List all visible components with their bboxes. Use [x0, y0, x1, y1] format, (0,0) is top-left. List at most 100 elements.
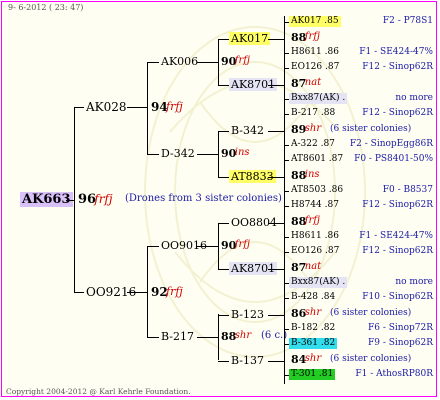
breeding-code: F9 - Sinop62R: [368, 338, 433, 348]
queen-name[interactable]: Bxx87(AK) .: [289, 277, 348, 288]
breeding-code: F0 - B8537: [382, 185, 433, 195]
connector-line: [147, 154, 159, 155]
queen-name[interactable]: A-322 .87: [291, 140, 335, 149]
connector-line: [74, 292, 84, 293]
queen-name[interactable]: AK017 .85: [289, 16, 341, 27]
breeding-code: F12 - Sinop62R: [362, 200, 433, 210]
queen-name[interactable]: AT8601 .87: [291, 155, 343, 164]
connector-line: [284, 114, 289, 115]
connector-line: [147, 246, 148, 337]
connector-line: [284, 237, 289, 238]
connector-line: [284, 145, 289, 146]
breeding-code: F2 - P78S1: [382, 16, 433, 26]
breeding-code: no more: [395, 93, 433, 103]
group-suffix: shr: [304, 353, 322, 364]
root-drone-note: (Drones from 3 sister colonies): [125, 193, 282, 204]
breeding-code: F10 - Sinop62R: [362, 292, 433, 302]
queen-suffix: frfj: [234, 55, 251, 66]
group-suffix: frfj: [304, 31, 321, 42]
connector-line: [268, 361, 284, 362]
connector-line: [268, 269, 284, 270]
connector-line: [218, 269, 229, 270]
connector-line: [218, 223, 229, 224]
queen-name[interactable]: Bxx87(AK) .: [289, 93, 348, 104]
breeding-code: F12 - Sinop62R: [362, 108, 433, 118]
connector-line: [218, 39, 229, 40]
connector-line: [218, 223, 219, 269]
connector-line: [284, 298, 289, 299]
group-suffix: shr: [304, 123, 322, 134]
connector-line: [218, 131, 229, 132]
connector-line: [268, 39, 284, 40]
connector-line: [218, 361, 229, 362]
breeding-code: F1 - SE424-47%: [359, 47, 433, 57]
queen-name[interactable]: B-428 .84: [291, 293, 335, 302]
colony-note: (6 sister colonies): [330, 124, 412, 134]
group-suffix: shr: [304, 307, 322, 318]
connector-line: [218, 315, 229, 316]
connector-line: [74, 107, 84, 108]
queen-name[interactable]: AT8503 .86: [291, 186, 343, 195]
breeding-code: F6 - Sinop72R: [368, 323, 433, 333]
queen-suffix: frfj: [234, 239, 251, 250]
connector-line: [147, 337, 159, 338]
connector-line: [284, 53, 289, 54]
queen-name[interactable]: B-182 .82: [291, 324, 335, 333]
queen-name[interactable]: B-361 .82: [289, 338, 338, 349]
connector-line: [218, 85, 229, 86]
connector-line: [147, 62, 159, 63]
header-date: 9- 6-2012 ( 23: 47): [8, 3, 84, 12]
breeding-code: F12 - Sinop62R: [362, 246, 433, 256]
root-suffix: frfj: [94, 192, 113, 206]
connector-line: [74, 107, 75, 292]
queen-suffix: frfj: [166, 285, 183, 298]
queen-name[interactable]: B-217: [161, 331, 194, 342]
queen-name[interactable]: T-301 .81: [289, 369, 336, 380]
connector-line: [218, 314, 219, 360]
breeding-code: F2 - SinopEgg86R: [349, 139, 433, 149]
connector-line: [284, 206, 289, 207]
group-suffix: frfj: [304, 215, 321, 226]
queen-name[interactable]: H8611 .86: [291, 48, 339, 57]
queen-name[interactable]: D-342: [161, 148, 195, 159]
connector-line: [284, 160, 289, 161]
breeding-code: F1 - AthosRP80R: [355, 369, 433, 379]
breeding-code: F12 - Sinop62R: [362, 62, 433, 72]
group-suffix: nat: [304, 261, 322, 272]
connector-line: [127, 292, 147, 293]
connector-line: [218, 39, 219, 85]
connector-line: [284, 68, 289, 69]
queen-name[interactable]: AK006: [161, 56, 198, 67]
colony-note: (6 sister colonies): [330, 308, 412, 318]
queen-name[interactable]: B-217 .88: [291, 109, 335, 118]
connector-line: [66, 200, 74, 201]
root-queen-name[interactable]: AK663: [20, 192, 73, 207]
connector-line: [147, 246, 159, 247]
queen-name[interactable]: B-342: [231, 125, 264, 136]
connector-line: [127, 107, 147, 108]
connector-line: [147, 62, 148, 154]
connector-line: [197, 337, 218, 338]
connector-line: [197, 62, 218, 63]
group-suffix: ins: [304, 169, 320, 180]
connector-line: [197, 154, 218, 155]
connector-line: [268, 131, 284, 132]
queen-name[interactable]: B-123: [231, 309, 264, 320]
connector-line: [284, 252, 289, 253]
queen-name[interactable]: EO126 .87: [291, 63, 339, 72]
connector-line: [197, 246, 218, 247]
breeding-code: F1 - SE424-47%: [359, 231, 433, 241]
connector-line: [284, 329, 289, 330]
connector-line: [268, 315, 284, 316]
queen-name[interactable]: H8611 .86: [291, 232, 339, 241]
queen-suffix: shr: [234, 330, 252, 341]
queen-name[interactable]: EO126 .87: [291, 247, 339, 256]
queen-name[interactable]: AK028: [86, 101, 127, 113]
group-suffix: nat: [304, 77, 322, 88]
queen-name[interactable]: H8744 .87: [291, 201, 339, 210]
queen-name[interactable]: AK017: [229, 32, 271, 45]
connector-line: [218, 177, 229, 178]
queen-name[interactable]: B-137: [231, 355, 264, 366]
queen-suffix: ins: [234, 147, 250, 158]
connector-line: [268, 177, 284, 178]
